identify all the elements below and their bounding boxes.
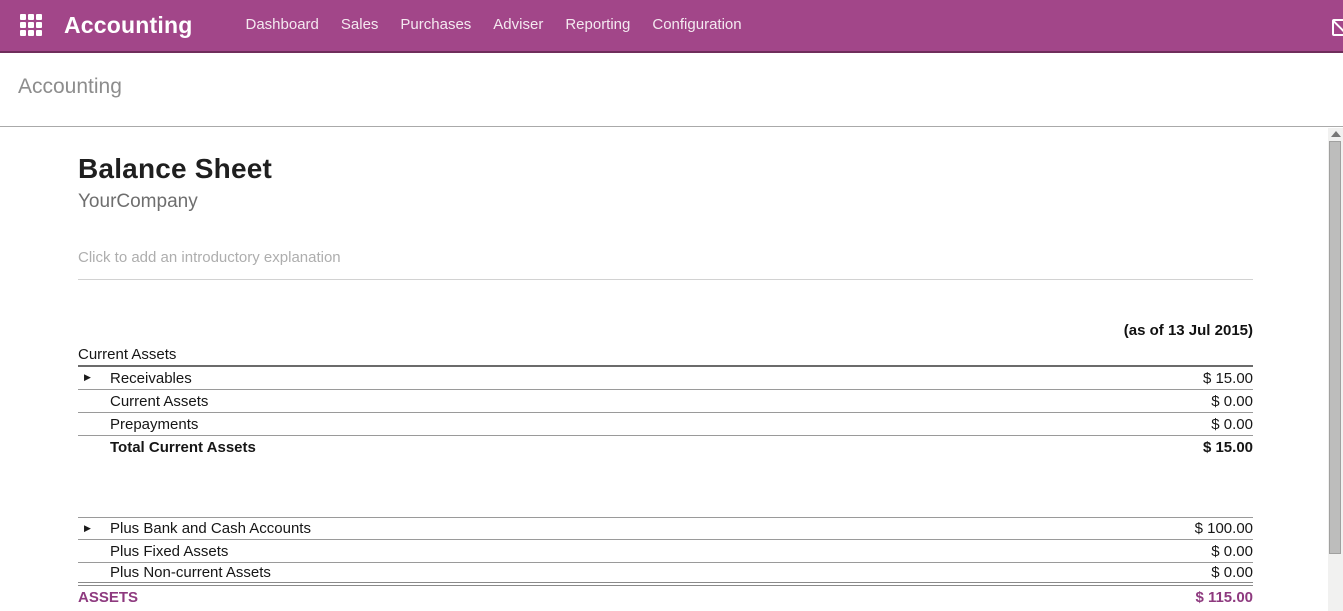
row-value: $ 15.00 bbox=[1203, 370, 1253, 387]
apps-grid-icon[interactable] bbox=[20, 14, 44, 38]
nav-adviser[interactable]: Adviser bbox=[482, 0, 554, 52]
nav-configuration[interactable]: Configuration bbox=[641, 0, 752, 52]
table-row-fixed-assets: Plus Fixed Assets $ 0.00 bbox=[78, 540, 1253, 563]
company-name: YourCompany bbox=[78, 191, 1253, 213]
table-row-receivables[interactable]: ▶ Receivables $ 15.00 bbox=[78, 367, 1253, 390]
row-label: Receivables bbox=[78, 370, 192, 387]
scrollbar-thumb[interactable] bbox=[1329, 141, 1341, 554]
row-value: $ 100.00 bbox=[1195, 520, 1253, 537]
row-label: Current Assets bbox=[78, 346, 176, 363]
nav-sales[interactable]: Sales bbox=[330, 0, 390, 52]
row-value: $ 0.00 bbox=[1211, 393, 1253, 410]
row-value: $ 0.00 bbox=[1211, 543, 1253, 560]
breadcrumb-accounting[interactable]: Accounting bbox=[18, 75, 122, 105]
row-value: $ 0.00 bbox=[1211, 416, 1253, 433]
vertical-scrollbar[interactable] bbox=[1328, 128, 1343, 611]
row-label: Prepayments bbox=[78, 416, 198, 433]
expand-caret-icon[interactable]: ▶ bbox=[84, 524, 91, 534]
row-value: $ 0.00 bbox=[1211, 564, 1253, 581]
brand-accounting[interactable]: Accounting bbox=[64, 12, 193, 39]
breadcrumb: Accounting bbox=[0, 53, 1343, 127]
page-title: Balance Sheet bbox=[78, 154, 1253, 184]
intro-placeholder[interactable]: Click to add an introductory explanation bbox=[78, 249, 1253, 280]
row-label: Plus Fixed Assets bbox=[78, 543, 228, 560]
table-row-non-current-assets: Plus Non-current Assets $ 0.00 bbox=[78, 563, 1253, 586]
balance-sheet-table: Current Assets ▶ Receivables $ 15.00 Cur… bbox=[78, 344, 1253, 609]
table-row-current-assets: Current Assets $ 0.00 bbox=[78, 390, 1253, 413]
main-menu: Dashboard Sales Purchases Adviser Report… bbox=[235, 0, 753, 52]
envelope-icon[interactable] bbox=[1332, 19, 1343, 36]
date-column-header: (as of 13 Jul 2015) bbox=[78, 322, 1253, 340]
row-label: ASSETS bbox=[78, 589, 138, 606]
row-label: Plus Bank and Cash Accounts bbox=[78, 520, 311, 537]
report-page: Balance Sheet YourCompany Click to add a… bbox=[0, 154, 1343, 609]
nav-dashboard[interactable]: Dashboard bbox=[235, 0, 330, 52]
row-value: $ 115.00 bbox=[1195, 589, 1253, 606]
nav-purchases[interactable]: Purchases bbox=[389, 0, 482, 52]
row-value: $ 15.00 bbox=[1203, 439, 1253, 456]
row-label: Plus Non-current Assets bbox=[78, 564, 271, 581]
row-label: Current Assets bbox=[78, 393, 208, 410]
table-row-current-assets-section: Current Assets bbox=[78, 344, 1253, 367]
top-navbar: Accounting Dashboard Sales Purchases Adv… bbox=[0, 0, 1343, 53]
table-row-total-current-assets: Total Current Assets $ 15.00 bbox=[78, 436, 1253, 459]
table-section-gap bbox=[78, 459, 1253, 517]
table-row-prepayments: Prepayments $ 0.00 bbox=[78, 413, 1253, 436]
table-row-bank-cash[interactable]: ▶ Plus Bank and Cash Accounts $ 100.00 bbox=[78, 517, 1253, 540]
row-label: Total Current Assets bbox=[78, 439, 256, 456]
table-row-assets-grand-total: ASSETS $ 115.00 bbox=[78, 586, 1253, 609]
expand-caret-icon[interactable]: ▶ bbox=[84, 373, 91, 383]
nav-reporting[interactable]: Reporting bbox=[554, 0, 641, 52]
scroll-up-arrow-icon[interactable] bbox=[1331, 131, 1341, 137]
